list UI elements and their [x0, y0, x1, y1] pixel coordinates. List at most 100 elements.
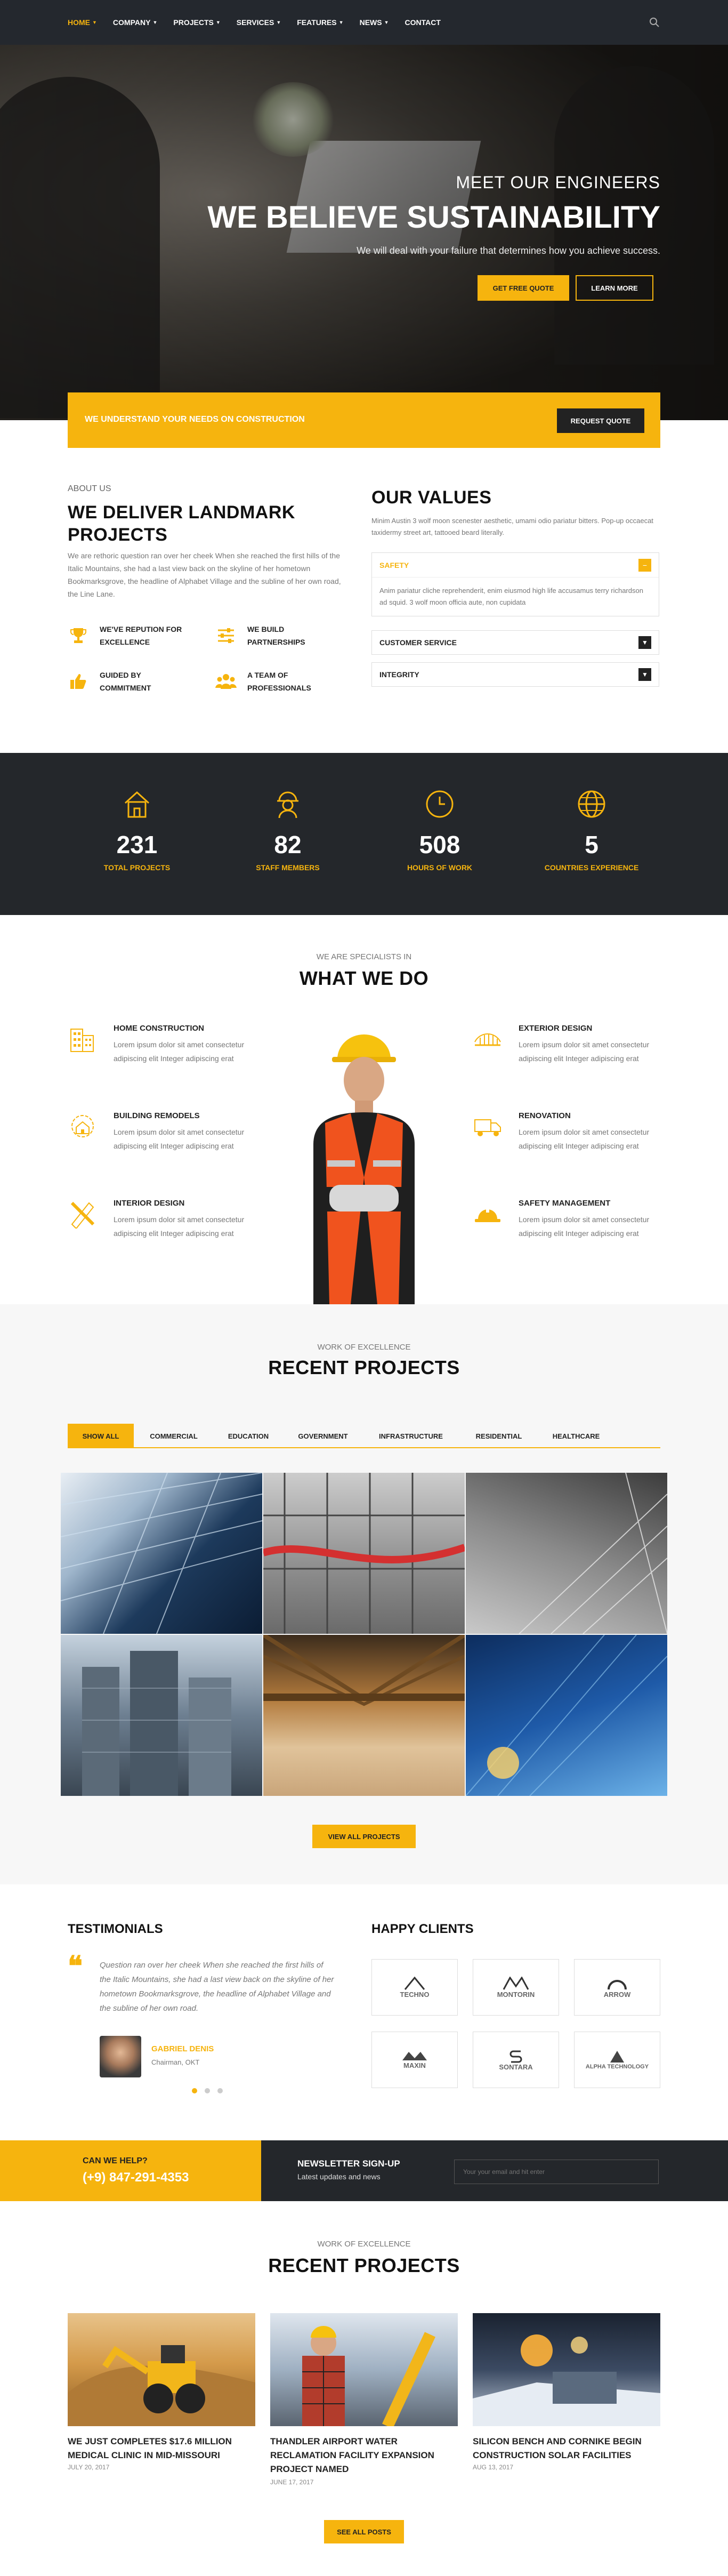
- project-tile[interactable]: [263, 1473, 465, 1634]
- hero-kicker: MEET OUR ENGINEERS: [456, 173, 660, 192]
- main-menu: HOME ▼ COMPANY ▼ PROJECTS ▼ SERVICES ▼ FEATU…: [68, 0, 441, 45]
- client-logo-sontara[interactable]: SONTARA: [473, 2032, 559, 2088]
- project-tile[interactable]: [61, 1473, 262, 1634]
- chevron-down-icon: ▼: [92, 20, 97, 25]
- chevron-down-icon: ▼: [152, 20, 158, 25]
- chevron-down-icon: ▼: [276, 20, 281, 25]
- client-logo-maxin[interactable]: MAXIN: [371, 2032, 458, 2088]
- post-title[interactable]: SILICON BENCH AND CORNIKE BEGIN CONSTRUC…: [473, 2435, 660, 2462]
- house-icon: [84, 788, 190, 823]
- nav-contact[interactable]: CONTACT: [405, 18, 441, 27]
- testimonial-quote: Question ran over her cheek When she rea…: [100, 1961, 334, 2013]
- expand-icon[interactable]: ▼: [638, 636, 651, 649]
- testimonial-name: GABRIEL DENIS: [151, 2044, 214, 2053]
- client-logo-techno[interactable]: TECHNO: [371, 1959, 458, 2016]
- service-desc: Lorem ipsum dolor sit amet consectetur a…: [114, 1215, 245, 1238]
- feature-professionals: A TEAM OF PROFESSIONALS: [215, 669, 311, 694]
- team-icon: [215, 671, 237, 692]
- building-icon: [68, 1024, 100, 1056]
- accordion-body-safety: Anim pariatur cliche reprehenderit, enim…: [379, 587, 643, 606]
- post-title[interactable]: THANDLER AIRPORT WATER RECLAMATION FACIL…: [270, 2435, 458, 2476]
- project-tile[interactable]: [61, 1635, 262, 1796]
- nav-news[interactable]: NEWS ▼: [360, 18, 389, 27]
- service-desc: Lorem ipsum dolor sit amet consectetur a…: [519, 1128, 650, 1150]
- values-title: OUR VALUES: [371, 487, 492, 508]
- newsletter-sub: Latest updates and news: [297, 2172, 381, 2181]
- hero-subtitle: We will deal with your failure that dete…: [357, 245, 660, 256]
- newsletter-email-input[interactable]: [454, 2160, 659, 2184]
- client-logo-arrow[interactable]: ARROW: [574, 1959, 660, 2016]
- search-icon[interactable]: [649, 17, 660, 28]
- feature-partnerships: WE BUILD PARTNERSHIPS: [215, 623, 305, 648]
- nav-projects[interactable]: PROJECTS ▼: [173, 18, 220, 27]
- collapse-icon[interactable]: −: [638, 558, 651, 572]
- post-date: JUNE 17, 2017: [270, 2478, 314, 2486]
- trophy-icon: [68, 625, 89, 646]
- techno-logo-icon: [404, 1976, 425, 1990]
- truck-icon: [473, 1111, 505, 1143]
- tab-show-all[interactable]: SHOW ALL: [68, 1424, 134, 1448]
- request-quote-bar: WE UNDERSTAND YOUR NEEDS ON CONSTRUCTION…: [68, 392, 660, 448]
- stat-total-projects: 231 TOTAL PROJECTS: [84, 788, 190, 872]
- alpha-logo-icon: [610, 2051, 624, 2063]
- service-title-safety-management: SAFETY MANAGEMENT: [519, 1199, 611, 1208]
- tab-healthcare[interactable]: HEALTHCARE: [539, 1424, 613, 1448]
- tab-commercial[interactable]: COMMERCIAL: [134, 1424, 214, 1448]
- newsletter-title: NEWSLETTER SIGN-UP: [297, 2158, 400, 2169]
- accordion-header-safety[interactable]: SAFETY −: [372, 553, 659, 577]
- sontara-logo-icon: [509, 2050, 522, 2063]
- request-bar-text: WE UNDERSTAND YOUR NEEDS ON CONSTRUCTION: [85, 415, 305, 424]
- project-tile[interactable]: [263, 1635, 465, 1796]
- help-label: CAN WE HELP?: [83, 2156, 148, 2165]
- expand-icon[interactable]: ▼: [638, 668, 651, 681]
- tab-education[interactable]: EDUCATION: [214, 1424, 283, 1448]
- about-title: WE DELIVER LANDMARK PROJECTS: [68, 502, 295, 545]
- maxin-logo-icon: [402, 2051, 427, 2060]
- tab-government[interactable]: GOVERNMENT: [283, 1424, 363, 1448]
- client-logo-montorin[interactable]: MONTORIN: [473, 1959, 559, 2016]
- avatar: [100, 2036, 141, 2077]
- get-free-quote-button[interactable]: GET FREE QUOTE: [478, 275, 569, 301]
- accordion-customer-service[interactable]: CUSTOMER SERVICE ▼: [371, 630, 659, 655]
- globe-icon: [538, 788, 645, 823]
- chevron-down-icon: ▼: [384, 20, 389, 25]
- learn-more-button[interactable]: LEARN MORE: [576, 275, 653, 301]
- post-image[interactable]: [68, 2313, 255, 2426]
- hero-banner: MEET OUR ENGINEERS WE BELIEVE SUSTAINABI…: [0, 45, 728, 420]
- post-image[interactable]: [270, 2313, 458, 2426]
- tab-residential[interactable]: RESIDENTIAL: [459, 1424, 539, 1448]
- view-all-projects-button[interactable]: VIEW ALL PROJECTS: [312, 1825, 416, 1848]
- post-title[interactable]: WE JUST COMPLETES $17.6 MILLION MEDICAL …: [68, 2435, 255, 2462]
- client-logo-alpha[interactable]: ALPHA TECHNOLOGY: [574, 2032, 660, 2088]
- nav-company[interactable]: COMPANY ▼: [113, 18, 157, 27]
- values-text: Minim Austin 3 wolf moon scenester aesth…: [371, 517, 653, 536]
- worker-icon: [234, 788, 341, 823]
- help-phone[interactable]: (+9) 847-291-4353: [83, 2170, 189, 2185]
- nav-features[interactable]: FEATURES ▼: [297, 18, 343, 27]
- carousel-dot[interactable]: [205, 2088, 210, 2093]
- stats-section: 231 TOTAL PROJECTS 82 STAFF MEMBERS 508 …: [0, 753, 728, 915]
- carousel-dot[interactable]: [217, 2088, 223, 2093]
- project-tile[interactable]: [466, 1635, 667, 1796]
- service-desc: Lorem ipsum dolor sit amet consectetur a…: [519, 1040, 650, 1063]
- accordion-safety: SAFETY − Anim pariatur cliche reprehende…: [371, 552, 659, 616]
- about-kicker: ABOUT US: [68, 484, 111, 493]
- montorin-logo-icon: [503, 1976, 529, 1990]
- project-tile[interactable]: [466, 1473, 667, 1634]
- post-image[interactable]: [473, 2313, 660, 2426]
- see-all-posts-button[interactable]: SEE ALL POSTS: [324, 2520, 404, 2543]
- nav-home[interactable]: HOME ▼: [68, 18, 97, 27]
- feature-excellence: WE'VE REPUTION FOR EXCELLENCE: [68, 623, 182, 648]
- accordion-integrity[interactable]: INTEGRITY ▼: [371, 662, 659, 687]
- tab-infrastructure[interactable]: INFRASTRUCTURE: [363, 1424, 459, 1448]
- chevron-down-icon: ▼: [338, 20, 344, 25]
- service-title-renovation: RENOVATION: [519, 1111, 571, 1120]
- service-title-interior-design: INTERIOR DESIGN: [114, 1199, 185, 1208]
- thumbs-up-icon: [68, 671, 89, 692]
- request-quote-button[interactable]: REQUEST QUOTE: [557, 408, 644, 433]
- service-title-exterior-design: EXTERIOR DESIGN: [519, 1024, 593, 1033]
- nav-services[interactable]: SERVICES ▼: [237, 18, 281, 27]
- stat-countries: 5 COUNTRIES EXPERIENCE: [538, 788, 645, 872]
- carousel-dot[interactable]: [192, 2088, 197, 2093]
- bridge-icon: [473, 1024, 505, 1056]
